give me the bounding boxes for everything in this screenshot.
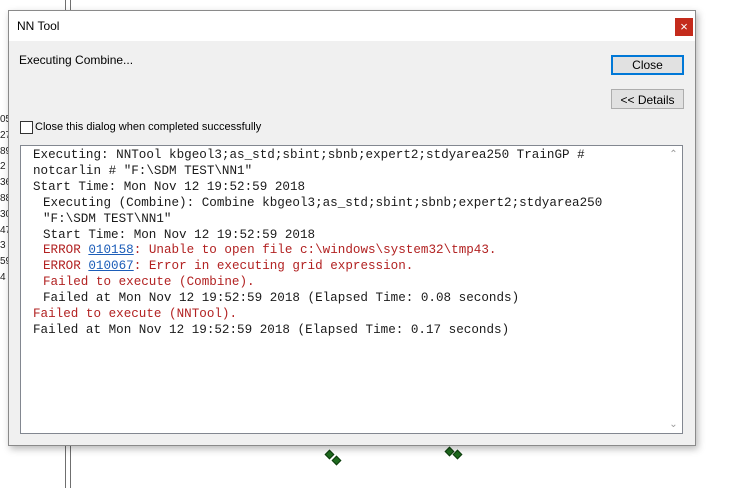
map-point [331,455,342,466]
error-code-link[interactable]: 010067 [88,259,133,273]
log-line: Start Time: Mon Nov 12 19:52:59 2018 [33,179,306,194]
log-line: Failed at Mon Nov 12 19:52:59 2018 (Elap… [43,291,520,306]
dialog-titlebar[interactable]: NN Tool × [9,11,695,41]
details-button[interactable]: << Details [611,89,684,109]
background-number: 3 [0,240,6,252]
map-point [452,449,463,460]
scroll-up-arrow-icon[interactable]: ⌃ [665,147,682,162]
log-scrollbar[interactable]: ⌃ ⌄ [665,146,682,433]
close-when-complete-checkbox[interactable] [20,121,33,134]
log-line: "F:\SDM TEST\NN1" [43,211,172,226]
log-error-line: ERROR 010158: Unable to open file c:\win… [33,243,664,259]
dialog-title: NN Tool [17,19,60,33]
background-number: 47 [0,224,8,236]
log-line: Executing: NNTool kbgeol3;as_std;sbint;s… [33,148,585,162]
background-number: 59 [0,256,8,268]
background-number-column: 05 27 89 2 36 88 30 47 3 59 4 [0,112,8,286]
background-number: 36 [0,177,8,189]
execution-status: Executing Combine... [19,53,134,67]
background-number: 4 [0,271,6,283]
error-code-link[interactable]: 010158 [88,243,133,257]
log-error-line: Failed to execute (Combine). [43,275,255,290]
log-error-line: ERROR 010067: Error in executing grid ex… [33,259,664,275]
error-message: : Unable to open file c:\windows\system3… [133,243,497,258]
close-button[interactable]: Close [611,55,684,75]
log-line: Failed at Mon Nov 12 19:52:59 2018 (Elap… [33,322,510,337]
background-number: 30 [0,208,8,220]
scroll-down-arrow-icon[interactable]: ⌄ [665,417,682,432]
error-message: : Error in executing grid expression. [133,259,414,274]
background-number: 89 [0,145,8,157]
log-line: notcarlin # "F:\SDM TEST\NN1" [33,163,253,178]
error-prefix: ERROR [43,243,89,258]
message-log[interactable]: Executing: NNTool kbgeol3;as_std;sbint;s… [20,145,683,434]
background-number: 88 [0,192,8,204]
log-line: Executing (Combine): Combine kbgeol3;as_… [43,195,603,210]
log-text: Executing: NNTool kbgeol3;as_std;sbint;s… [33,148,664,339]
checkbox-label: Close this dialog when completed success… [35,121,262,133]
background-number: 05 [0,114,8,125]
close-icon[interactable]: × [675,18,693,36]
error-prefix: ERROR [43,259,89,274]
background-number: 27 [0,129,8,141]
background-number: 2 [0,161,6,173]
log-error-line: Failed to execute (NNTool). [33,307,238,322]
nn-tool-dialog: NN Tool × Executing Combine... Close << … [8,10,696,446]
log-line: Start Time: Mon Nov 12 19:52:59 2018 [43,227,316,242]
